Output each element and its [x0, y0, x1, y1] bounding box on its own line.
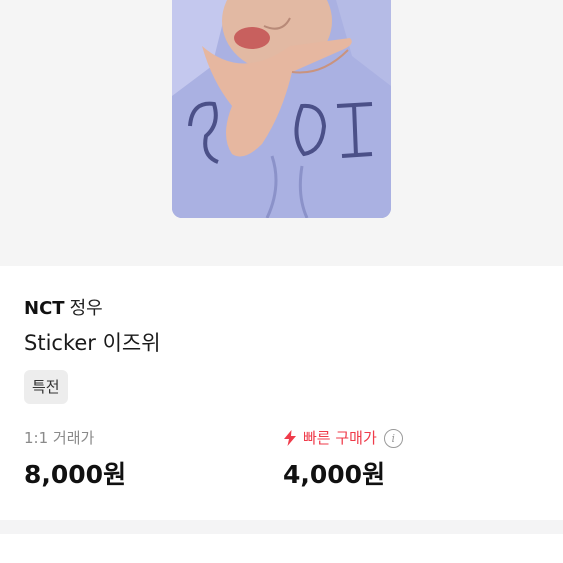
group-name: NCT — [24, 298, 65, 319]
fast-buy-label: 빠른 구매가 — [303, 429, 377, 447]
benefit-tag: 특전 — [24, 370, 68, 404]
section-divider — [0, 520, 563, 534]
product-image-area — [0, 0, 563, 266]
photocard-image — [172, 0, 391, 218]
one-to-one-price-block[interactable]: 1:1 거래가 8,000원 — [24, 428, 126, 490]
member-name: 정우 — [69, 298, 103, 319]
fast-buy-price-block[interactable]: 빠른 구매가 i 4,000원 — [283, 428, 403, 490]
one-to-one-label: 1:1 거래가 — [24, 429, 95, 447]
lightning-icon — [284, 430, 296, 446]
next-section — [0, 534, 563, 563]
product-title: Sticker 이즈위 — [24, 331, 161, 355]
product-photo[interactable] — [172, 0, 391, 218]
fast-buy-price: 4,000원 — [283, 460, 386, 489]
one-to-one-price: 8,000원 — [24, 460, 127, 489]
info-icon[interactable]: i — [383, 428, 403, 448]
fast-buy-label-row: 빠른 구매가 i — [283, 428, 403, 448]
artist-line[interactable]: NCT 정우 — [24, 298, 103, 320]
product-info-card: NCT 정우 Sticker 이즈위 특전 1:1 거래가 8,000원 빠른 구… — [0, 266, 563, 520]
